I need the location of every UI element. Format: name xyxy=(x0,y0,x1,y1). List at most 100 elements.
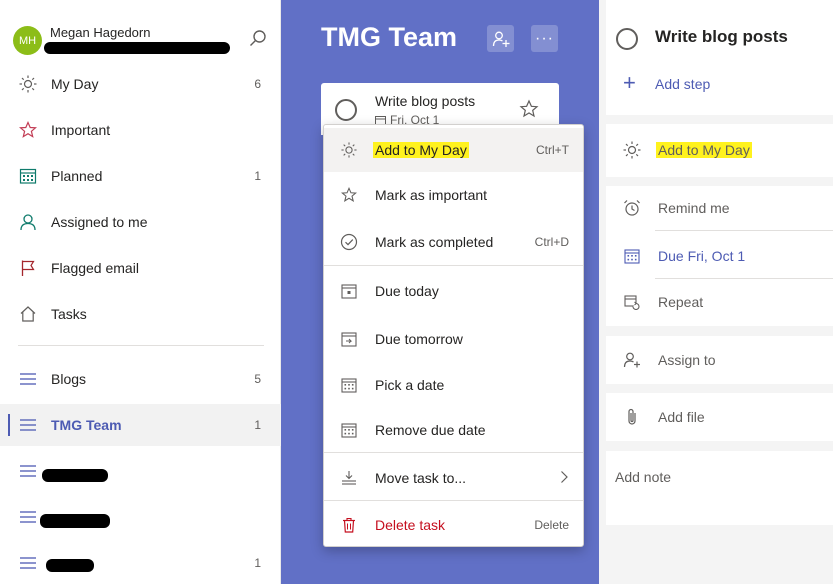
add-file-label: Add file xyxy=(658,409,705,425)
calendar-today-icon xyxy=(340,282,358,300)
more-icon: ··· xyxy=(535,29,554,47)
menu-item-label: Mark as important xyxy=(375,187,488,203)
remind-me-label: Remind me xyxy=(658,200,730,216)
menu-item-label: Due today xyxy=(375,283,439,299)
star-icon xyxy=(340,186,358,204)
alarm-icon xyxy=(623,199,641,217)
sidebar-item-my-day[interactable]: My Day 6 xyxy=(0,63,281,105)
menu-item-delete-task[interactable]: Delete task Delete xyxy=(324,503,583,547)
menu-item-pick-a-date[interactable]: Pick a date xyxy=(324,363,583,407)
redaction-bar xyxy=(42,469,108,482)
sidebar-list-count: 5 xyxy=(254,372,261,386)
profile-name: Megan Hagedorn xyxy=(50,25,151,40)
check-circle-icon xyxy=(340,233,358,251)
remind-me-button[interactable]: Remind me xyxy=(606,186,833,230)
due-date-label: Due Fri, Oct 1 xyxy=(658,248,746,264)
person-icon xyxy=(18,212,38,232)
sidebar-item-label: My Day xyxy=(51,76,99,92)
add-person-icon xyxy=(492,31,509,47)
avatar[interactable]: MH xyxy=(13,26,42,55)
menu-item-add-to-my-day[interactable]: Add to My Day Ctrl+T xyxy=(324,128,583,172)
my-day-card: Add to My Day xyxy=(606,124,833,177)
menu-divider xyxy=(324,500,583,501)
sidebar-item-label: Assigned to me xyxy=(51,214,148,230)
list-title[interactable]: TMG Team xyxy=(321,22,457,53)
detail-title[interactable]: Write blog posts xyxy=(655,27,788,47)
list-icon xyxy=(18,553,38,573)
calendar-icon xyxy=(340,376,358,394)
task-title: Write blog posts xyxy=(375,93,476,109)
list-icon xyxy=(18,415,38,435)
menu-item-due-tomorrow[interactable]: Due tomorrow xyxy=(324,317,583,361)
sidebar-item-assigned-to-me[interactable]: Assigned to me xyxy=(0,201,281,243)
menu-item-label: Delete task xyxy=(375,517,446,533)
assign-to-label: Assign to xyxy=(658,352,716,368)
repeat-label: Repeat xyxy=(658,294,704,310)
sidebar-item-label: Tasks xyxy=(51,306,87,322)
list-icon xyxy=(18,369,38,389)
sidebar-divider xyxy=(18,345,264,346)
sidebar-item-tasks[interactable]: Tasks xyxy=(0,293,281,335)
sidebar-item-important[interactable]: Important xyxy=(0,109,281,151)
sidebar-list-redacted[interactable]: 1 xyxy=(0,542,281,584)
add-to-my-day-label: Add to My Day xyxy=(656,142,752,158)
flag-icon xyxy=(18,258,38,278)
menu-item-remove-due-date[interactable]: Remove due date xyxy=(324,408,583,452)
paperclip-icon xyxy=(623,408,641,426)
menu-divider xyxy=(324,265,583,266)
sidebar-item-planned[interactable]: Planned 1 xyxy=(0,155,281,197)
menu-item-move-task[interactable]: Move task to... xyxy=(324,456,583,500)
repeat-button[interactable]: Repeat xyxy=(606,280,833,324)
complete-checkbox[interactable] xyxy=(335,99,357,121)
share-list-button[interactable] xyxy=(487,25,514,52)
menu-item-label: Remove due date xyxy=(375,422,486,438)
add-note-input[interactable]: Add note xyxy=(615,469,671,485)
file-card: Add file xyxy=(606,393,833,441)
sidebar-list-tmg-team[interactable]: TMG Team 1 xyxy=(0,404,281,446)
list-icon xyxy=(18,507,38,527)
assign-card: Assign to xyxy=(606,336,833,384)
sun-icon xyxy=(18,74,38,94)
add-to-my-day-button[interactable]: Add to My Day xyxy=(606,128,833,172)
due-date-button[interactable]: Due Fri, Oct 1 xyxy=(606,234,833,278)
menu-item-label: Mark as completed xyxy=(375,234,494,250)
task-detail-pane: Write blog posts + Add step Add to My Da… xyxy=(599,0,833,584)
sidebar-item-label: Important xyxy=(51,122,111,138)
note-card[interactable] xyxy=(606,451,833,525)
detail-header: Write blog posts + Add step xyxy=(606,0,833,115)
menu-item-due-today[interactable]: Due today xyxy=(324,269,583,313)
sidebar-item-flagged-email[interactable]: Flagged email xyxy=(0,247,281,289)
star-icon xyxy=(18,120,38,140)
list-icon xyxy=(18,461,38,481)
calendar-icon xyxy=(18,166,38,186)
dates-card: Remind me Due Fri, Oct 1 Repeat xyxy=(606,186,833,326)
star-icon[interactable] xyxy=(519,99,539,119)
list-options-button[interactable]: ··· xyxy=(531,25,558,52)
add-step-button[interactable]: Add step xyxy=(655,76,710,92)
sun-icon xyxy=(623,141,641,159)
menu-item-mark-important[interactable]: Mark as important xyxy=(324,173,583,217)
menu-item-label: Move task to... xyxy=(375,470,467,486)
sidebar-list-count: 1 xyxy=(254,418,261,432)
calendar-icon xyxy=(340,421,358,439)
sun-icon xyxy=(340,141,358,159)
sidebar-list-blogs[interactable]: Blogs 5 xyxy=(0,358,281,400)
sidebar-list-redacted[interactable] xyxy=(0,450,281,492)
add-file-button[interactable]: Add file xyxy=(606,395,833,439)
complete-checkbox[interactable] xyxy=(616,28,638,50)
task-context-menu: Add to My Day Ctrl+T Mark as important M… xyxy=(323,124,584,547)
plus-icon[interactable]: + xyxy=(623,72,636,94)
menu-item-shortcut: Delete xyxy=(534,518,569,532)
assign-to-button[interactable]: Assign to xyxy=(606,338,833,382)
menu-divider xyxy=(324,452,583,453)
row-divider xyxy=(655,278,833,279)
menu-item-label: Pick a date xyxy=(375,377,445,393)
search-icon[interactable] xyxy=(248,28,268,48)
menu-item-mark-completed[interactable]: Mark as completed Ctrl+D xyxy=(324,220,583,264)
chevron-right-icon xyxy=(559,470,569,487)
sidebar-list-redacted[interactable] xyxy=(0,496,281,538)
profile[interactable]: MH Megan Hagedorn xyxy=(0,0,281,66)
add-person-icon xyxy=(623,351,641,369)
redaction-bar xyxy=(40,514,110,528)
calendar-next-icon xyxy=(340,330,358,348)
